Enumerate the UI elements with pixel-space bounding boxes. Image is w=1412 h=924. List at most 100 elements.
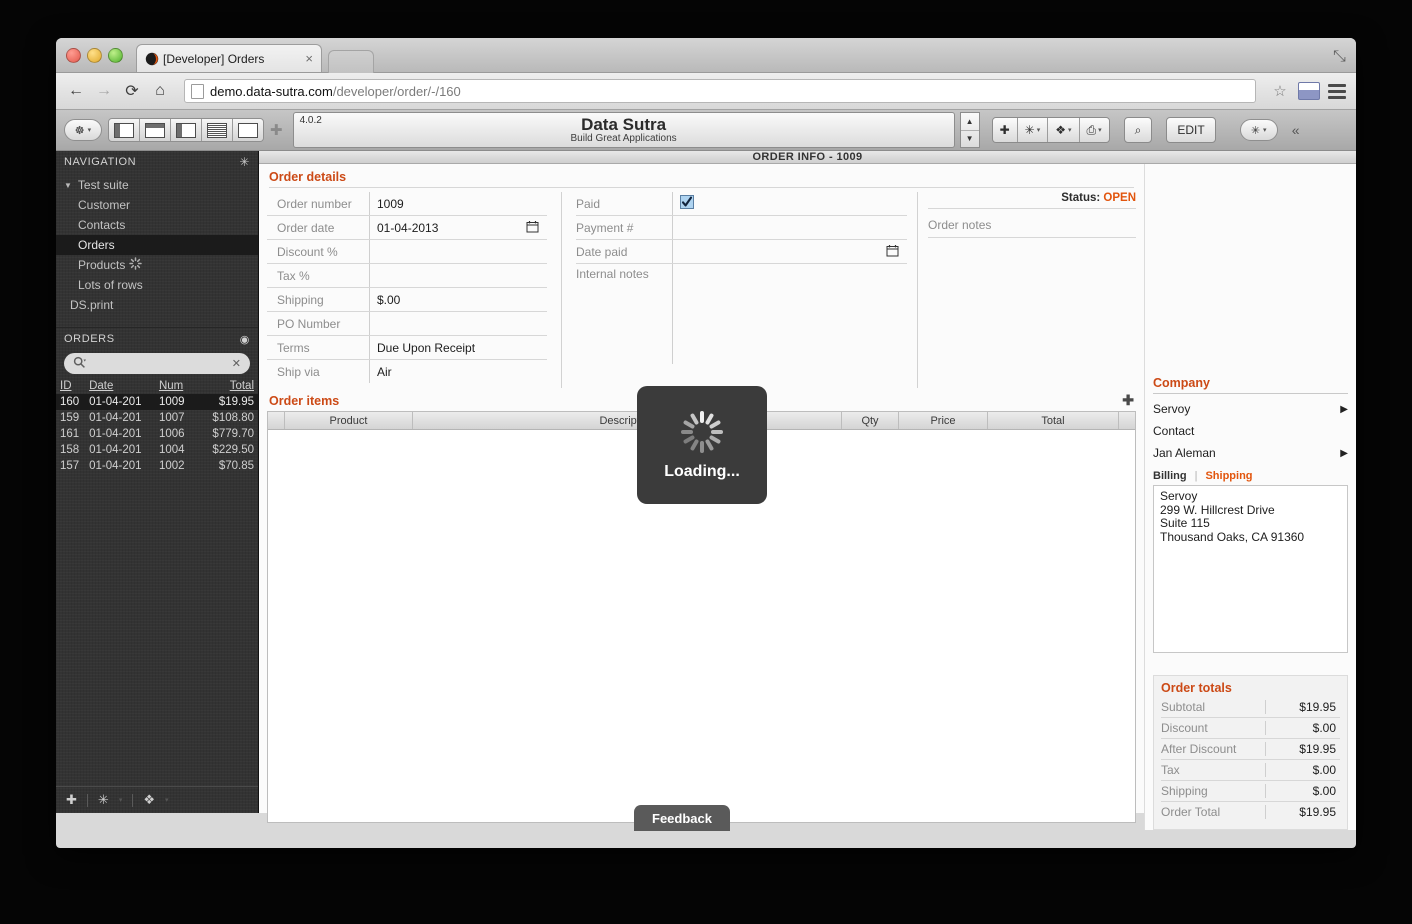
- reload-icon[interactable]: ⟳: [122, 81, 142, 101]
- column-header-num[interactable]: Num: [159, 380, 204, 392]
- field-value[interactable]: [672, 192, 907, 215]
- close-window-button[interactable]: [66, 48, 81, 63]
- address-bar[interactable]: demo.data-sutra.com /developer/order/-/1…: [184, 79, 1256, 103]
- minimize-window-button[interactable]: [87, 48, 102, 63]
- sidebar-item-orders[interactable]: Orders: [56, 235, 258, 255]
- close-tab-icon[interactable]: ×: [305, 51, 313, 66]
- record-actions-group[interactable]: ✚ ✳ ▾ ❖ ▾ ⎙ ▾: [991, 117, 1110, 143]
- field-value[interactable]: 1009: [369, 192, 547, 215]
- layout-mode-group[interactable]: [108, 118, 264, 142]
- column-header-total[interactable]: Total: [988, 412, 1119, 429]
- field-value[interactable]: [672, 216, 907, 239]
- forward-icon[interactable]: →: [94, 81, 114, 101]
- chevron-down-icon[interactable]: ▾: [165, 796, 169, 804]
- field-internal-notes[interactable]: Internal notes: [576, 264, 907, 364]
- paid-checkbox[interactable]: [680, 195, 694, 212]
- field-value[interactable]: [369, 264, 547, 287]
- field-paid[interactable]: Paid: [576, 192, 907, 216]
- layout-mode-3-button[interactable]: [171, 119, 202, 141]
- browser-tab[interactable]: [Developer] Orders ×: [136, 44, 322, 72]
- order-notes-textarea[interactable]: [928, 238, 1136, 388]
- chevron-down-icon[interactable]: ▾: [119, 796, 123, 804]
- page-info-icon[interactable]: [191, 83, 204, 99]
- fullscreen-icon[interactable]: ⤡: [1333, 48, 1346, 65]
- home-icon[interactable]: ⌂: [150, 81, 170, 101]
- column-header-select[interactable]: [268, 412, 285, 429]
- field-terms[interactable]: Terms Due Upon Receipt: [267, 336, 547, 360]
- field-tax-percent[interactable]: Tax %: [267, 264, 547, 288]
- diamond-icon[interactable]: ❖: [143, 792, 155, 808]
- layout-mode-2-button[interactable]: [140, 119, 171, 141]
- field-shipping[interactable]: Shipping $.00: [267, 288, 547, 312]
- calendar-icon[interactable]: [886, 244, 899, 260]
- sidebar-item-lots-of-rows[interactable]: Lots of rows: [56, 275, 258, 295]
- navigation-gear-icon[interactable]: ✳: [239, 155, 250, 169]
- calendar-icon[interactable]: [526, 220, 539, 236]
- extension-icon[interactable]: [1298, 82, 1320, 100]
- add-record-icon[interactable]: ✚: [66, 792, 77, 808]
- field-value[interactable]: Air: [369, 360, 547, 383]
- column-header-qty[interactable]: Qty: [842, 412, 899, 429]
- feedback-tab[interactable]: Feedback: [634, 805, 730, 831]
- company-name-row[interactable]: Servoy ▶: [1153, 398, 1348, 420]
- table-row[interactable]: 159 01-04-201 1007 $108.80: [56, 410, 258, 426]
- tab-billing[interactable]: Billing: [1153, 470, 1187, 482]
- column-header-total[interactable]: Total: [204, 380, 254, 392]
- collapse-toolbar-icon[interactable]: «: [1292, 122, 1300, 138]
- sidebar-item-ds-print[interactable]: DS.print: [56, 295, 258, 315]
- add-record-button[interactable]: ✚: [992, 118, 1018, 142]
- column-header-product[interactable]: Product: [285, 412, 413, 429]
- sidebar-item-contacts[interactable]: Contacts: [56, 215, 258, 235]
- chevron-down-icon[interactable]: ▼: [64, 181, 72, 190]
- tab-shipping[interactable]: Shipping: [1205, 470, 1252, 482]
- field-order-number[interactable]: Order number 1009: [267, 192, 547, 216]
- field-value[interactable]: Due Upon Receipt: [369, 336, 547, 359]
- table-row[interactable]: 160 01-04-201 1009 $19.95: [56, 394, 258, 410]
- field-value[interactable]: [672, 240, 907, 263]
- contact-name-row[interactable]: Jan Aleman ▶: [1153, 442, 1348, 464]
- field-value[interactable]: [369, 312, 547, 335]
- search-clear-icon[interactable]: ✕: [232, 357, 241, 370]
- column-header-date[interactable]: Date: [89, 380, 159, 392]
- sidebar-item-products[interactable]: Products: [56, 255, 258, 275]
- column-header-id[interactable]: ID: [60, 380, 89, 392]
- search-input[interactable]: ✕: [64, 353, 250, 374]
- view-menu-button[interactable]: ❖ ▾: [1048, 118, 1080, 142]
- new-tab-button[interactable]: [328, 50, 374, 73]
- field-order-notes[interactable]: Order notes: [928, 213, 1136, 238]
- table-row[interactable]: 161 01-04-201 1006 $779.70: [56, 426, 258, 442]
- browser-menu-icon[interactable]: [1328, 83, 1346, 99]
- back-icon[interactable]: ←: [66, 81, 86, 101]
- add-order-item-icon[interactable]: ✚: [1122, 392, 1134, 409]
- field-discount-percent[interactable]: Discount %: [267, 240, 547, 264]
- field-po-number[interactable]: PO Number: [267, 312, 547, 336]
- sun-icon[interactable]: ✳: [98, 792, 109, 808]
- field-value[interactable]: [369, 240, 547, 263]
- print-menu-button[interactable]: ⎙ ▾: [1079, 118, 1109, 142]
- settings-menu-button[interactable]: ✳ ▾: [1239, 119, 1278, 141]
- field-order-date[interactable]: Order date 01-04-2013: [267, 216, 547, 240]
- actions-menu-button[interactable]: ✳ ▾: [1017, 118, 1049, 142]
- layout-mode-4-button[interactable]: [202, 119, 233, 141]
- layout-mode-5-button[interactable]: [233, 119, 263, 141]
- sidebar-item-test-suite[interactable]: ▼ Test suite: [56, 175, 258, 195]
- field-value[interactable]: [672, 264, 907, 364]
- window-controls[interactable]: [66, 48, 123, 63]
- layout-mode-1-button[interactable]: [109, 119, 140, 141]
- table-row[interactable]: 158 01-04-201 1004 $229.50: [56, 442, 258, 458]
- column-header-price[interactable]: Price: [899, 412, 988, 429]
- sidebar-item-customer[interactable]: Customer: [56, 195, 258, 215]
- add-layout-icon[interactable]: ✚: [270, 121, 283, 139]
- bookmark-star-icon[interactable]: ☆: [1270, 81, 1290, 101]
- app-menu-button[interactable]: ☸ ▾: [64, 119, 102, 141]
- field-payment-number[interactable]: Payment #: [576, 216, 907, 240]
- field-value[interactable]: 01-04-2013: [369, 216, 547, 239]
- zoom-window-button[interactable]: [108, 48, 123, 63]
- field-ship-via[interactable]: Ship via Air: [267, 360, 547, 383]
- column-header-actions[interactable]: [1119, 412, 1135, 429]
- field-value[interactable]: $.00: [369, 288, 547, 311]
- spinner-down-icon[interactable]: ▼: [961, 131, 979, 148]
- table-row[interactable]: 157 01-04-201 1002 $70.85: [56, 458, 258, 474]
- column-header-description[interactable]: Description: [413, 412, 842, 429]
- address-box[interactable]: Servoy 299 W. Hillcrest Drive Suite 115 …: [1153, 485, 1348, 653]
